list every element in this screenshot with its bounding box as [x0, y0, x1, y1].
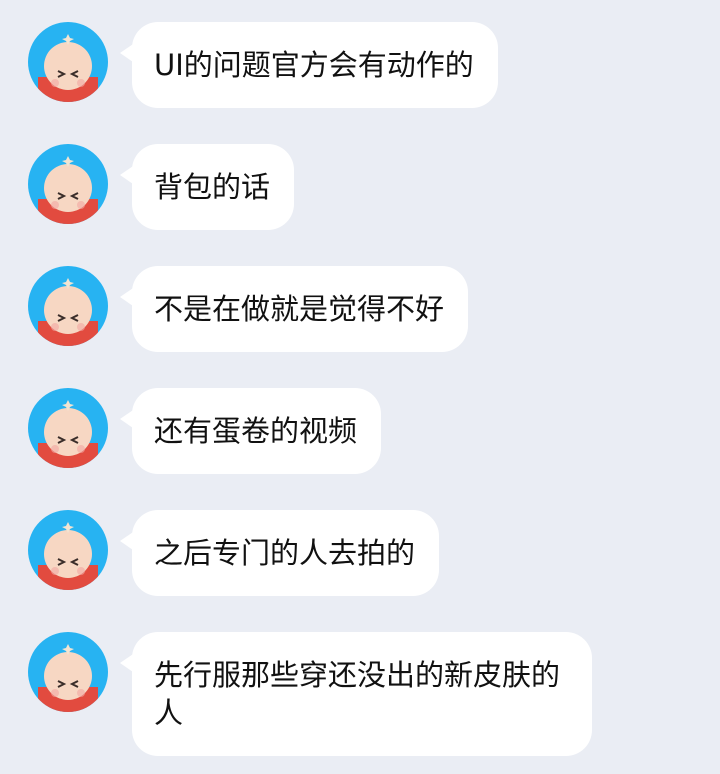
chat-thread: UI的问题官方会有动作的 背包的话 不是在做就是觉得不好 还有蛋卷的视频 之后专… — [0, 0, 720, 774]
avatar[interactable] — [28, 144, 108, 224]
message-bubble[interactable]: 不是在做就是觉得不好 — [120, 266, 469, 352]
bubble-tail — [120, 164, 136, 186]
message-bubble[interactable]: UI的问题官方会有动作的 — [120, 22, 498, 108]
bubble-tail — [120, 408, 136, 430]
message-text: UI的问题官方会有动作的 — [154, 48, 474, 82]
message-bubble[interactable]: 先行服那些穿还没出的新皮肤的人 — [120, 632, 592, 756]
cartoon-face-avatar-icon — [28, 388, 108, 468]
message-bubble[interactable]: 之后专门的人去拍的 — [120, 510, 440, 596]
bubble-tail — [120, 652, 136, 674]
cartoon-face-avatar-icon — [28, 510, 108, 590]
cartoon-face-avatar-icon — [28, 632, 108, 712]
avatar[interactable] — [28, 22, 108, 102]
avatar[interactable] — [28, 388, 108, 468]
avatar[interactable] — [28, 632, 108, 712]
bubble-tail — [120, 42, 136, 64]
message-bubble[interactable]: 还有蛋卷的视频 — [120, 388, 382, 474]
message-text: 还有蛋卷的视频 — [154, 414, 358, 448]
message-bubble[interactable]: 背包的话 — [120, 144, 295, 230]
message-text: 之后专门的人去拍的 — [154, 536, 416, 570]
bubble-tail — [120, 530, 136, 552]
message-text: 不是在做就是觉得不好 — [154, 292, 445, 326]
cartoon-face-avatar-icon — [28, 22, 108, 102]
avatar[interactable] — [28, 510, 108, 590]
cartoon-face-avatar-icon — [28, 266, 108, 346]
message-text: 背包的话 — [154, 170, 271, 204]
cartoon-face-avatar-icon — [28, 144, 108, 224]
message-text: 先行服那些穿还没出的新皮肤的人 — [154, 658, 561, 730]
bubble-tail — [120, 286, 136, 308]
avatar[interactable] — [28, 266, 108, 346]
